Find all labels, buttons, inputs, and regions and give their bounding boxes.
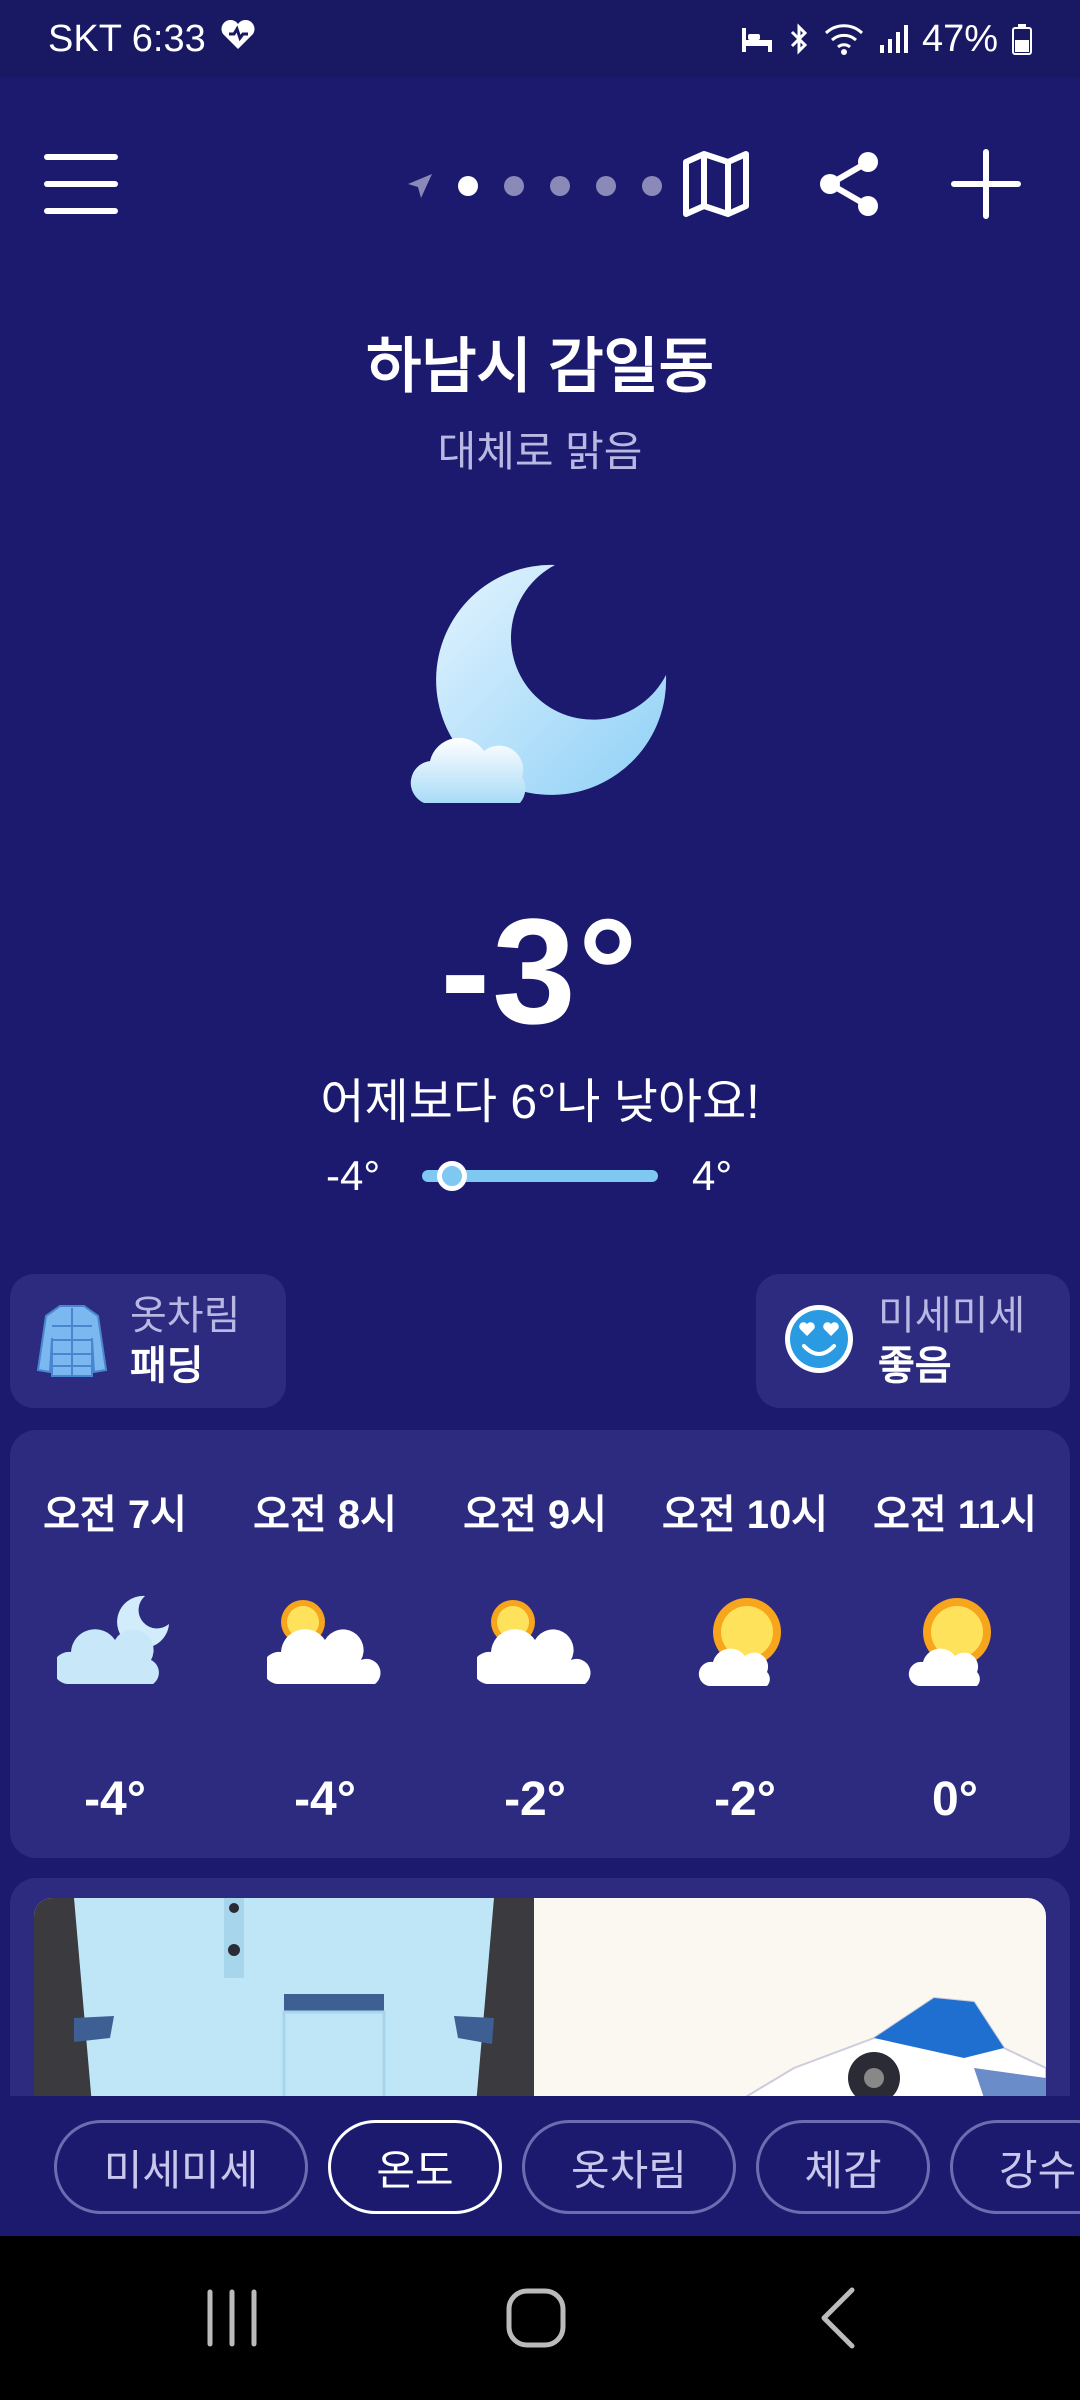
sun-cloud-icon: [472, 1588, 593, 1693]
hour-time: 오전 7시: [43, 1493, 187, 1537]
hour-time: 오전 10시: [661, 1493, 828, 1537]
home-icon[interactable]: [504, 2286, 568, 2355]
tab-precipitation[interactable]: 강수: [950, 2120, 1080, 2214]
sleep-icon: [740, 24, 774, 54]
moon-cloud-icon: [52, 1588, 173, 1693]
recent-apps-icon[interactable]: [204, 2286, 260, 2355]
page-dot[interactable]: [642, 176, 662, 196]
sun-small-cloud-icon: [897, 1588, 1013, 1693]
map-icon[interactable]: [680, 150, 752, 223]
temperature-range-bar: [422, 1161, 658, 1191]
fine-dust-value: 좋음: [878, 1344, 952, 1388]
tab-clothing[interactable]: 옷차림: [522, 2120, 736, 2214]
battery-percent: 47%: [921, 17, 998, 60]
heart-icon: [220, 18, 256, 61]
carrier-time: SKT 6:33: [48, 17, 206, 60]
hourly-item[interactable]: 오전 8시 -4°: [220, 1430, 430, 1858]
padded-jacket-icon: [36, 1300, 108, 1383]
hour-time: 오전 11시: [873, 1493, 1037, 1537]
sneaker-image: [674, 1958, 1046, 2098]
clothing-value: 패딩: [130, 1344, 204, 1388]
hour-temperature: 0°: [932, 1773, 978, 1826]
page-dot[interactable]: [458, 176, 478, 196]
signal-icon: [878, 23, 908, 55]
navigation-bar: [0, 2236, 1080, 2400]
sun-small-cloud-icon: [687, 1588, 803, 1693]
hourly-forecast[interactable]: 오전 7시 -4° 오전 8시 -4° 오전 9시 -2° 오전 10시 -2°…: [10, 1430, 1070, 1858]
ad-image[interactable]: [34, 1898, 1046, 2098]
hourly-item[interactable]: 오전 9시 -2°: [430, 1430, 640, 1858]
clothing-chip[interactable]: 옷차림 패딩: [10, 1274, 286, 1408]
temperature-comparison: 어제보다 6°나 낮아요!: [320, 1076, 760, 1129]
hour-temperature: -2°: [714, 1773, 776, 1826]
weather-condition: 대체로 맑음: [437, 428, 643, 475]
smiley-heart-eyes-icon: [782, 1302, 856, 1381]
hourly-item[interactable]: 오전 7시 -4°: [10, 1430, 220, 1858]
location-title[interactable]: 하남시 감일동: [0, 318, 1080, 405]
ad-card[interactable]: [10, 1878, 1070, 2098]
fine-dust-title: 미세미세: [878, 1294, 1026, 1338]
page-dot[interactable]: [596, 176, 616, 196]
page-indicator[interactable]: [458, 176, 662, 196]
current-temperature: -3°: [440, 887, 640, 1055]
battery-icon: [1012, 23, 1032, 55]
moon-cloud-icon: [410, 555, 670, 820]
low-temperature: -4°: [326, 1152, 381, 1199]
fine-dust-chip[interactable]: 미세미세 좋음: [756, 1274, 1070, 1408]
wifi-icon: [824, 23, 864, 55]
sun-cloud-icon: [262, 1588, 383, 1693]
status-bar: SKT 6:33 47%: [0, 0, 1080, 78]
category-tabs[interactable]: 미세미세 온도 옷차림 체감 강수: [0, 2096, 1080, 2236]
hour-time: 오전 8시: [253, 1493, 397, 1537]
page-dot[interactable]: [504, 176, 524, 196]
hour-time: 오전 9시: [463, 1493, 607, 1537]
polo-shirt-image: [34, 1898, 534, 2098]
temperature-range: -4° 4°: [0, 1148, 1080, 1202]
page-dot[interactable]: [550, 176, 570, 196]
toolbar: [0, 140, 1080, 230]
tab-feels-like[interactable]: 체감: [756, 2120, 930, 2214]
location-arrow-icon: [404, 170, 436, 207]
hourly-item[interactable]: 오전 11시 0°: [850, 1430, 1060, 1858]
high-temperature: 4°: [692, 1152, 733, 1199]
clothing-title: 옷차림: [130, 1294, 241, 1338]
hour-temperature: -4°: [294, 1773, 356, 1826]
tab-temperature[interactable]: 온도: [328, 2120, 502, 2214]
menu-icon[interactable]: [44, 154, 118, 214]
hourly-item[interactable]: 오전 10시 -2°: [640, 1430, 850, 1858]
share-icon[interactable]: [816, 148, 884, 225]
back-icon[interactable]: [816, 2286, 860, 2355]
add-icon[interactable]: [950, 148, 1022, 225]
tab-fine-dust[interactable]: 미세미세: [54, 2120, 308, 2214]
hour-temperature: -4°: [84, 1773, 146, 1826]
bluetooth-icon: [788, 23, 810, 55]
current-temp-marker: [436, 1161, 467, 1191]
hour-temperature: -2°: [504, 1773, 566, 1826]
